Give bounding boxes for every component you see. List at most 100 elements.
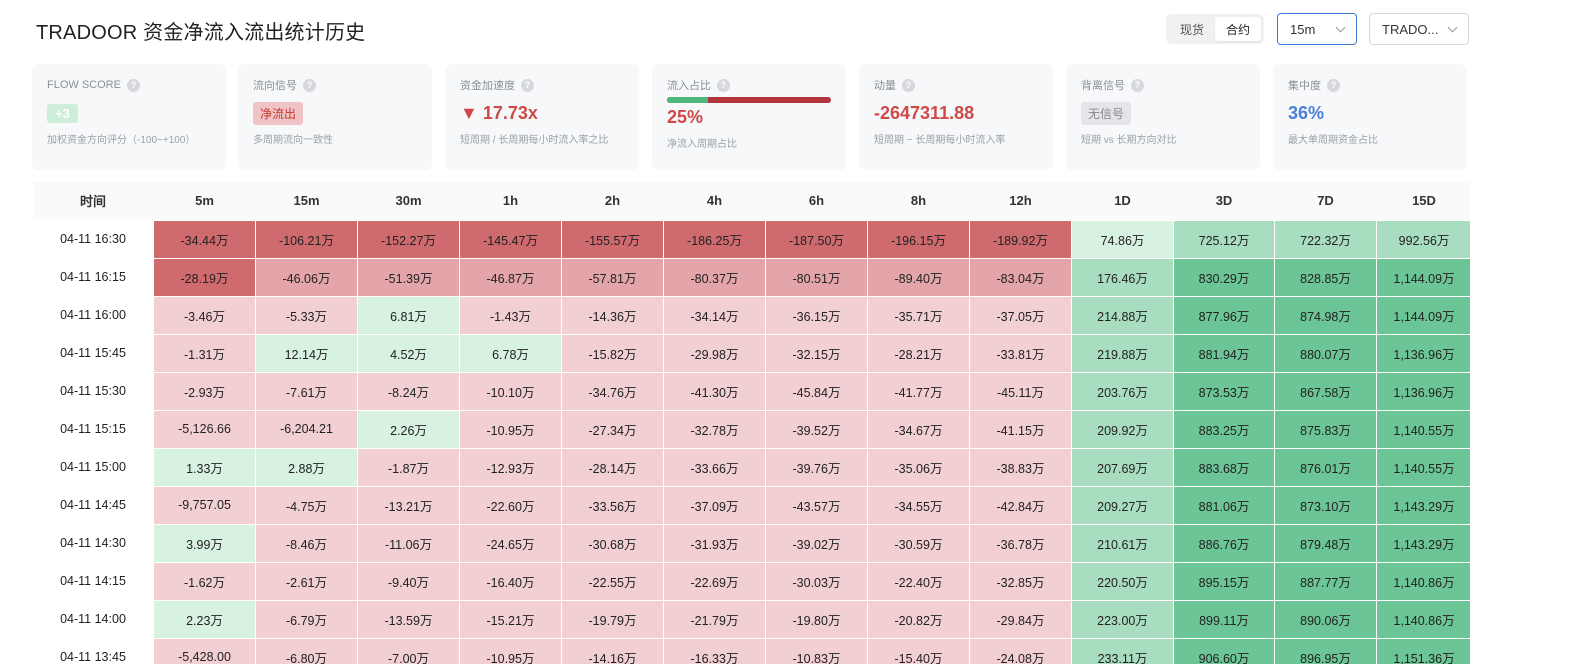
mode-spot-tab[interactable]: 现货 — [1169, 17, 1215, 41]
table-cell-value: -12.93万 — [459, 447, 562, 487]
table-cell-value: 219.88万 — [1071, 333, 1174, 373]
table-cell-value: -30.68万 — [561, 523, 664, 563]
table-cell-value: -51.39万 — [357, 257, 460, 297]
table-cell-value: 3.99万 — [153, 523, 256, 563]
help-icon[interactable]: ? — [902, 78, 915, 92]
table-cell-value: -37.05万 — [969, 295, 1072, 335]
table-cell-value: -145.47万 — [459, 219, 562, 259]
table-cell-value: -33.56万 — [561, 485, 664, 525]
help-icon[interactable]: ? — [521, 78, 534, 92]
column-header-5m[interactable]: 5m — [153, 182, 256, 220]
table-cell-value: -43.57万 — [765, 485, 868, 525]
metric-card-value-text: ▼ 17.73x — [460, 102, 538, 123]
help-icon[interactable]: ? — [717, 78, 730, 92]
table-cell-value: 887.77万 — [1274, 561, 1377, 601]
table-cell-time: 04-11 16:30 — [32, 219, 154, 259]
table-row: 04-11 13:45 -5,428.00 -6.80万 -7.00万 -10.95万 -… — [32, 637, 1470, 664]
metric-card-value: +3 — [47, 101, 211, 125]
metric-card-label: 背离信号? — [1081, 77, 1245, 93]
help-icon[interactable]: ? — [126, 78, 140, 92]
table-cell-value: 1,143.29万 — [1376, 485, 1470, 525]
table-cell-time: 04-11 15:45 — [32, 333, 154, 373]
column-header-15D[interactable]: 15D — [1376, 182, 1470, 220]
table-cell-value: -15.21万 — [459, 599, 562, 639]
table-cell-value: -27.34万 — [561, 409, 664, 449]
table-cell-value: -39.76万 — [765, 447, 868, 487]
table-cell-value: -106.21万 — [255, 219, 358, 259]
table-cell-value: -41.30万 — [663, 371, 766, 411]
table-cell-value: -6.80万 — [255, 637, 358, 664]
metric-card-label-text: 资金加速度 — [460, 80, 515, 92]
flow-history-table-wrapper[interactable]: 时间 5m 15m 30m 1h 2h 4h 6h 8h 12h 1D 3D 7D 15D 04-11 1… — [32, 182, 1470, 664]
table-cell-value: -14.16万 — [561, 637, 664, 664]
table-row: 04-11 16:15 -28.19万 -46.06万 -51.39万 -46.87万 -… — [32, 257, 1470, 297]
table-cell-value: -80.37万 — [663, 257, 766, 297]
table-cell-value: -1.43万 — [459, 295, 562, 335]
column-header-30m[interactable]: 30m — [357, 182, 460, 220]
table-cell-time: 04-11 16:00 — [32, 295, 154, 335]
table-row: 04-11 15:00 1.33万 2.88万 -1.87万 -12.93万 -28.14… — [32, 447, 1470, 487]
table-cell-value: -32.85万 — [969, 561, 1072, 601]
help-icon[interactable]: ? — [303, 78, 316, 92]
table-cell-value: 209.27万 — [1071, 485, 1174, 525]
table-cell-value: -28.21万 — [867, 333, 970, 373]
table-cell-value: 1,144.09万 — [1376, 295, 1470, 335]
table-cell-value: 890.06万 — [1274, 599, 1377, 639]
interval-select[interactable]: 15m — [1277, 13, 1357, 45]
column-header-15m[interactable]: 15m — [255, 182, 358, 220]
metric-card-label-text: 动量 — [874, 80, 896, 92]
table-cell-value: 1,140.86万 — [1376, 561, 1470, 601]
table-cell-value: 899.11万 — [1173, 599, 1275, 639]
table-cell-value: -22.55万 — [561, 561, 664, 601]
table-cell-value: -5.33万 — [255, 295, 358, 335]
table-cell-value: -155.57万 — [561, 219, 664, 259]
table-row: 04-11 14:15 -1.62万 -2.61万 -9.40万 -16.40万 -22.… — [32, 561, 1470, 601]
table-cell-value: 12.14万 — [255, 333, 358, 373]
mode-futures-tab[interactable]: 合约 — [1215, 17, 1261, 41]
symbol-select[interactable]: TRADO... — [1369, 13, 1469, 45]
table-cell-time: 04-11 14:30 — [32, 523, 154, 563]
table-cell-value: 875.83万 — [1274, 409, 1377, 449]
table-cell-value: -29.98万 — [663, 333, 766, 373]
column-header-1h[interactable]: 1h — [459, 182, 562, 220]
interval-select-value: 15m — [1290, 21, 1316, 37]
column-header-2h[interactable]: 2h — [561, 182, 664, 220]
table-cell-value: 1,136.96万 — [1376, 333, 1470, 373]
table-cell-value: -80.51万 — [765, 257, 868, 297]
metric-card-divergence-signal: 背离信号? 无信号 短期 vs 长期方向对比 — [1066, 64, 1260, 170]
column-header-4h[interactable]: 4h — [663, 182, 766, 220]
table-cell-value: 1,143.29万 — [1376, 523, 1470, 563]
column-header-time[interactable]: 时间 — [32, 182, 154, 220]
table-cell-value: -13.21万 — [357, 485, 460, 525]
metric-card-description: 净流入周期占比 — [667, 139, 737, 150]
table-cell-value: -15.82万 — [561, 333, 664, 373]
table-cell-value: -46.87万 — [459, 257, 562, 297]
table-cell-value: 877.96万 — [1173, 295, 1275, 335]
market-mode-toggle: 现货 合约 — [1166, 14, 1264, 44]
column-header-12h[interactable]: 12h — [969, 182, 1072, 220]
metric-card-description: 短周期 − 长周期每小时流入率 — [874, 135, 1006, 146]
metric-card-value: 无信号 — [1081, 101, 1245, 125]
column-header-1D[interactable]: 1D — [1071, 182, 1174, 220]
chevron-down-icon — [1335, 22, 1346, 32]
table-cell-time: 04-11 15:15 — [32, 409, 154, 449]
table-cell-value: -19.80万 — [765, 599, 868, 639]
table-cell-value: -34.67万 — [867, 409, 970, 449]
column-header-6h[interactable]: 6h — [765, 182, 868, 220]
metric-card-description: 加权资金方向评分（-100~+100） — [47, 135, 196, 146]
table-cell-value: 220.50万 — [1071, 561, 1174, 601]
metric-card-value-text: 25% — [667, 106, 704, 127]
table-cell-value: -34.76万 — [561, 371, 664, 411]
help-icon[interactable]: ? — [1327, 78, 1340, 92]
column-header-7D[interactable]: 7D — [1274, 182, 1377, 220]
table-cell-time: 04-11 14:00 — [32, 599, 154, 639]
column-header-3D[interactable]: 3D — [1173, 182, 1275, 220]
help-icon[interactable]: ? — [1131, 78, 1144, 92]
table-cell-value: 209.92万 — [1071, 409, 1174, 449]
table-cell-value: 992.56万 — [1376, 219, 1470, 259]
metric-card-label: 流入占比? — [667, 77, 831, 93]
table-cell-value: -89.40万 — [867, 257, 970, 297]
column-header-8h[interactable]: 8h — [867, 182, 970, 220]
table-cell-value: 223.00万 — [1071, 599, 1174, 639]
table-cell-value: -34.14万 — [663, 295, 766, 335]
